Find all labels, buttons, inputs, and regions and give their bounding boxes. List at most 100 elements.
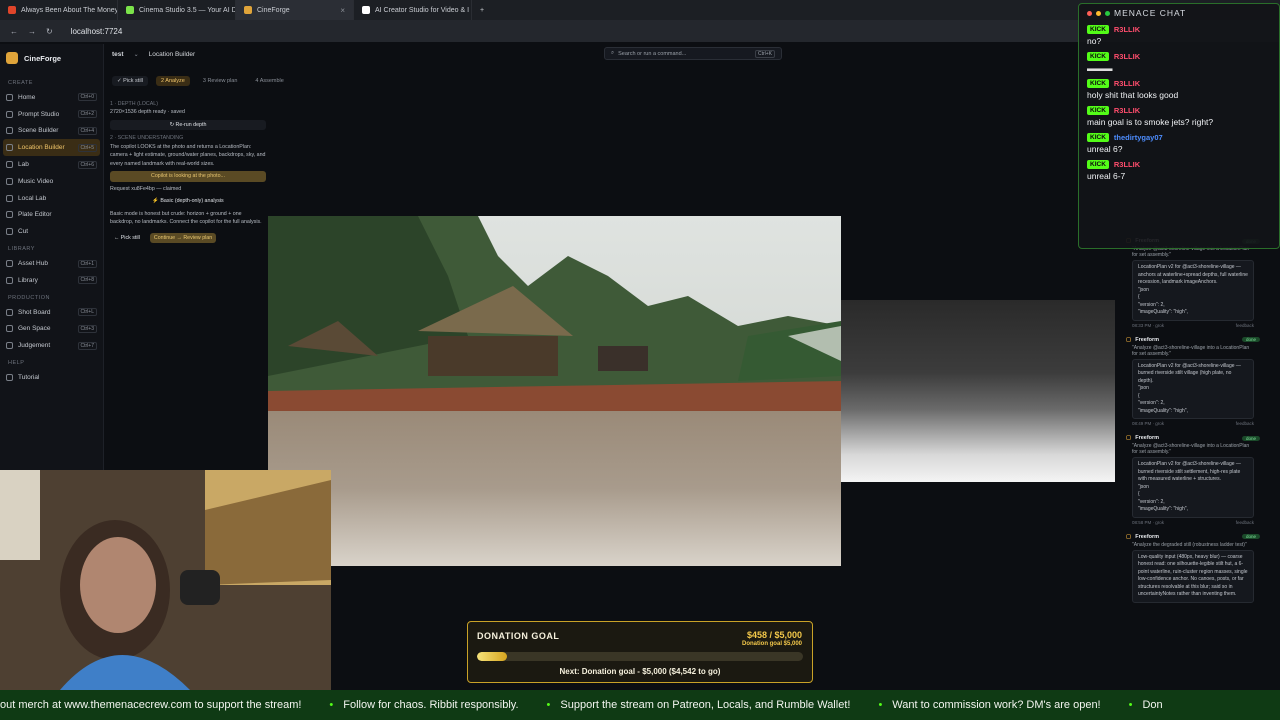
sidebar-item-label: Home xyxy=(18,93,36,101)
sidebar-nav: CREATE Home Ctrl+0 Prompt Studio Ctrl+2 Scene… xyxy=(0,74,103,386)
chat-message: KICK R3LLIK no? xyxy=(1079,22,1279,49)
wizard-step[interactable]: 3 Review plan xyxy=(198,76,243,86)
sidebar-item-plate-editor[interactable]: Plate Editor xyxy=(0,207,103,224)
browser-tab[interactable]: AI Creator Studio for Video & I× xyxy=(354,0,472,20)
browser-tab[interactable]: Cinema Studio 3.5 — Your AI D× xyxy=(118,0,236,20)
chat-username[interactable]: R3LLIK xyxy=(1114,160,1140,169)
platform-badge: KICK xyxy=(1087,160,1109,169)
copilot-busy-indicator: Copilot is looking at the photo... xyxy=(110,171,266,182)
chat-username[interactable]: R3LLIK xyxy=(1114,52,1140,61)
sidebar-item-gen-space[interactable]: Gen Space Ctrl+3 xyxy=(0,321,103,338)
wizard-step[interactable]: 2 Analyze xyxy=(156,76,190,86)
ticker-item: out merch at www.themenacecrew.com to su… xyxy=(0,699,302,711)
sidebar-item-tutorial[interactable]: Tutorial xyxy=(0,369,103,386)
card-title: Freeform xyxy=(1135,336,1160,343)
feedback-link[interactable]: feedback xyxy=(1236,323,1254,328)
sidebar-item-label: Library xyxy=(18,276,38,284)
reload-icon[interactable]: ↻ xyxy=(46,27,53,36)
chat-bubble-icon: ▢ xyxy=(1126,336,1132,343)
copilot-card: ▢ Freeform done "Analyze the degraded still… xyxy=(1126,534,1260,603)
browser-tab[interactable]: Always Been About The Money× xyxy=(0,0,118,20)
wizard-step[interactable]: ✓ Pick still xyxy=(112,76,148,86)
sidebar-item-label: Scene Builder xyxy=(18,127,59,135)
depth-heading: 1 · DEPTH (LOCAL) xyxy=(110,101,158,107)
sidebar-section-title: CREATE xyxy=(8,80,33,86)
status-badge: done xyxy=(1241,534,1260,539)
sidebar-item-scene-builder[interactable]: Scene Builder Ctrl+4 xyxy=(0,123,103,140)
chat-message-header: KICK R3LLIK xyxy=(1087,52,1271,61)
command-shortcut: Ctrl+K xyxy=(754,49,775,58)
shortcut-badge: Ctrl+0 xyxy=(77,93,97,102)
basic-analysis-button[interactable]: ⚡ Basic (depth-only) analysis xyxy=(110,196,266,206)
new-tab-icon[interactable]: + xyxy=(472,7,492,14)
sidebar-item-home[interactable]: Home Ctrl+0 xyxy=(0,89,103,106)
sidebar-item-lab[interactable]: Lab Ctrl+6 xyxy=(0,156,103,173)
command-search[interactable]: ⌕ Search or run a command... Ctrl+K xyxy=(604,47,782,60)
nav-icon xyxy=(6,194,13,202)
basic-analysis-label: Basic (depth-only) analysis xyxy=(160,198,224,205)
depth-status: 2720×1536 depth ready · saved xyxy=(110,109,185,116)
nav-icon xyxy=(6,308,13,316)
sidebar-item-label: Cut xyxy=(18,228,29,236)
donation-next: Next: Donation goal - $5,000 ($4,542 to … xyxy=(559,667,721,676)
close-icon[interactable]: × xyxy=(340,6,345,15)
card-time: 08:58 PM · grok xyxy=(1132,519,1165,525)
sidebar-item-shot-board[interactable]: Shot Board Ctrl+L xyxy=(0,304,103,321)
nav-icon xyxy=(6,260,13,268)
chat-message-header: KICK R3LLIK xyxy=(1087,79,1271,88)
request-status: Request xu8Fe4bp — claimed xyxy=(110,185,182,192)
rerun-depth-button[interactable]: ↻ Re-run depth xyxy=(110,119,266,131)
sidebar-item-label: Tutorial xyxy=(18,374,40,382)
donation-subtitle: Donation goal $5,000 xyxy=(741,641,802,647)
forward-icon[interactable]: → xyxy=(28,27,36,36)
chat-message: KICK R3LLIK holy shit that looks good xyxy=(1079,76,1279,103)
nav-icon xyxy=(6,325,13,333)
feedback-link[interactable]: feedback xyxy=(1236,421,1254,426)
chat-username[interactable]: thedirtygay07 xyxy=(1114,133,1163,142)
browser-tab[interactable]: CineForge × xyxy=(236,0,354,20)
chat-messages: KICK R3LLIK no? KICK R3LLIK ▬▬▬ KICK R3LLIK holy… xyxy=(1079,22,1279,184)
chat-message: KICK R3LLIK main goal is to smoke jets? ri… xyxy=(1079,103,1279,130)
card-footer: 08:49 PM · grok feedback xyxy=(1132,421,1254,426)
wizard-step[interactable]: 4 Assemble xyxy=(250,76,288,86)
chat-message: KICK R3LLIK ▬▬▬ xyxy=(1079,49,1279,76)
brand-name: CineForge xyxy=(24,53,62,63)
sidebar-item-label: Judgement xyxy=(18,342,51,350)
card-time: 08:49 PM · grok xyxy=(1132,421,1165,426)
sidebar-item-label: Lab xyxy=(18,161,29,169)
dot-icon xyxy=(1105,10,1110,16)
sidebar-item-cut[interactable]: Cut xyxy=(0,223,103,240)
sidebar-item-local-lab[interactable]: Local Lab xyxy=(0,190,103,207)
favicon-icon xyxy=(126,6,134,14)
sidebar-item-library[interactable]: Library Ctrl+8 xyxy=(0,272,103,289)
shortcut-badge: Ctrl+8 xyxy=(77,276,97,285)
shortcut-badge: Ctrl+6 xyxy=(77,160,97,169)
url-field[interactable]: localhost:7724 xyxy=(71,27,123,36)
app-brand[interactable]: CineForge xyxy=(0,44,103,74)
platform-badge: KICK xyxy=(1087,52,1109,61)
chat-username[interactable]: R3LLIK xyxy=(1114,25,1140,34)
sidebar-item-music-video[interactable]: Music Video xyxy=(0,173,103,190)
sidebar-item-prompt-studio[interactable]: Prompt Studio Ctrl+2 xyxy=(0,106,103,123)
platform-badge: KICK xyxy=(1087,25,1109,34)
pick-still-button[interactable]: ← Pick still xyxy=(110,233,144,243)
tab-label: AI Creator Studio for Video & I xyxy=(375,6,470,14)
logo-icon xyxy=(6,52,18,64)
donation-title: DONATION GOAL xyxy=(477,631,560,641)
sidebar-item-location-builder[interactable]: Location Builder Ctrl+5 xyxy=(3,139,100,157)
shortcut-badge: Ctrl+L xyxy=(77,308,97,317)
shortcut-badge: Ctrl+3 xyxy=(77,324,97,333)
sidebar-item-judgement[interactable]: Judgement Ctrl+7 xyxy=(0,337,103,354)
location-still-image xyxy=(268,216,841,566)
card-query: "Analyze @act3-shoreline-village into a … xyxy=(1132,344,1250,357)
back-icon[interactable]: ← xyxy=(10,27,18,36)
chat-username[interactable]: R3LLIK xyxy=(1114,79,1140,88)
card-query: "Analyze @act3-shoreline-village into a … xyxy=(1132,443,1250,455)
workspace-selector[interactable]: test xyxy=(112,51,124,58)
wizard-steps: ✓ Pick still 2 Analyze 3 Review plan 4 Asse… xyxy=(112,74,289,88)
platform-badge: KICK xyxy=(1087,133,1109,142)
continue-button[interactable]: Continue → Review plan xyxy=(149,232,217,244)
sidebar-item-asset-hub[interactable]: Asset Hub Ctrl+1 xyxy=(0,255,103,272)
feedback-link[interactable]: feedback xyxy=(1236,520,1254,525)
chat-username[interactable]: R3LLIK xyxy=(1114,106,1140,115)
